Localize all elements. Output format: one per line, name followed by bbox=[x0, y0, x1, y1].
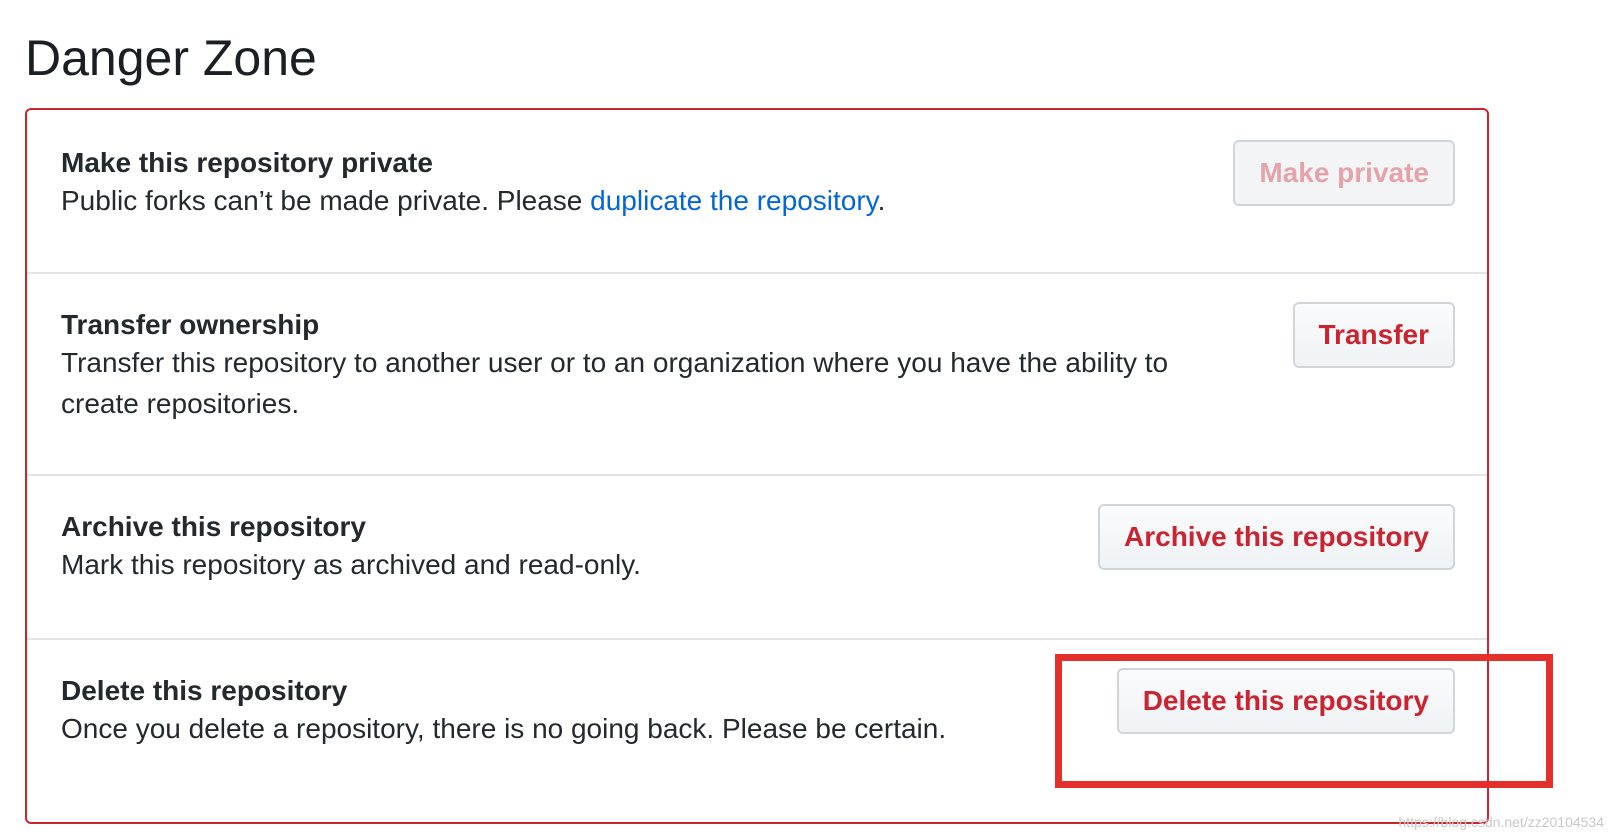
row-description-line-2: create repositories. bbox=[61, 388, 300, 419]
row-title: Archive this repository bbox=[61, 511, 366, 542]
row-title: Make this repository private bbox=[61, 147, 433, 178]
delete-repository-button[interactable]: Delete this repository bbox=[1116, 668, 1455, 734]
row-description: Public forks can’t be made private. Plea… bbox=[61, 180, 885, 222]
row-title: Delete this repository bbox=[61, 675, 348, 706]
row-description-text: Public forks can’t be made private. Plea… bbox=[61, 185, 591, 216]
page-title: Danger Zone bbox=[25, 30, 317, 86]
row-description-line-1: Transfer this repository to another user… bbox=[61, 347, 1169, 378]
archive-repository-button[interactable]: Archive this repository bbox=[1098, 504, 1455, 570]
danger-row-archive: Archive this repository Mark this reposi… bbox=[27, 476, 1487, 640]
row-description: Mark this repository as archived and rea… bbox=[61, 549, 641, 580]
danger-row-make-private: Make this repository private Public fork… bbox=[27, 110, 1487, 274]
make-private-button[interactable]: Make private bbox=[1233, 140, 1455, 206]
transfer-button[interactable]: Transfer bbox=[1292, 302, 1455, 368]
row-description-suffix: . bbox=[877, 185, 886, 216]
danger-row-transfer: Transfer ownership Transfer this reposit… bbox=[27, 274, 1487, 476]
row-description: Once you delete a repository, there is n… bbox=[61, 713, 947, 744]
duplicate-repository-link[interactable]: duplicate the repository bbox=[590, 185, 877, 216]
danger-row-delete: Delete this repository Once you delete a… bbox=[27, 640, 1487, 822]
row-title: Transfer ownership bbox=[61, 309, 320, 340]
settings-page: Danger Zone Make this repository private… bbox=[0, 0, 1620, 836]
watermark: https://blog.csdn.net/zz20104534 bbox=[1398, 814, 1604, 830]
danger-zone-box: Make this repository private Public fork… bbox=[25, 108, 1489, 824]
